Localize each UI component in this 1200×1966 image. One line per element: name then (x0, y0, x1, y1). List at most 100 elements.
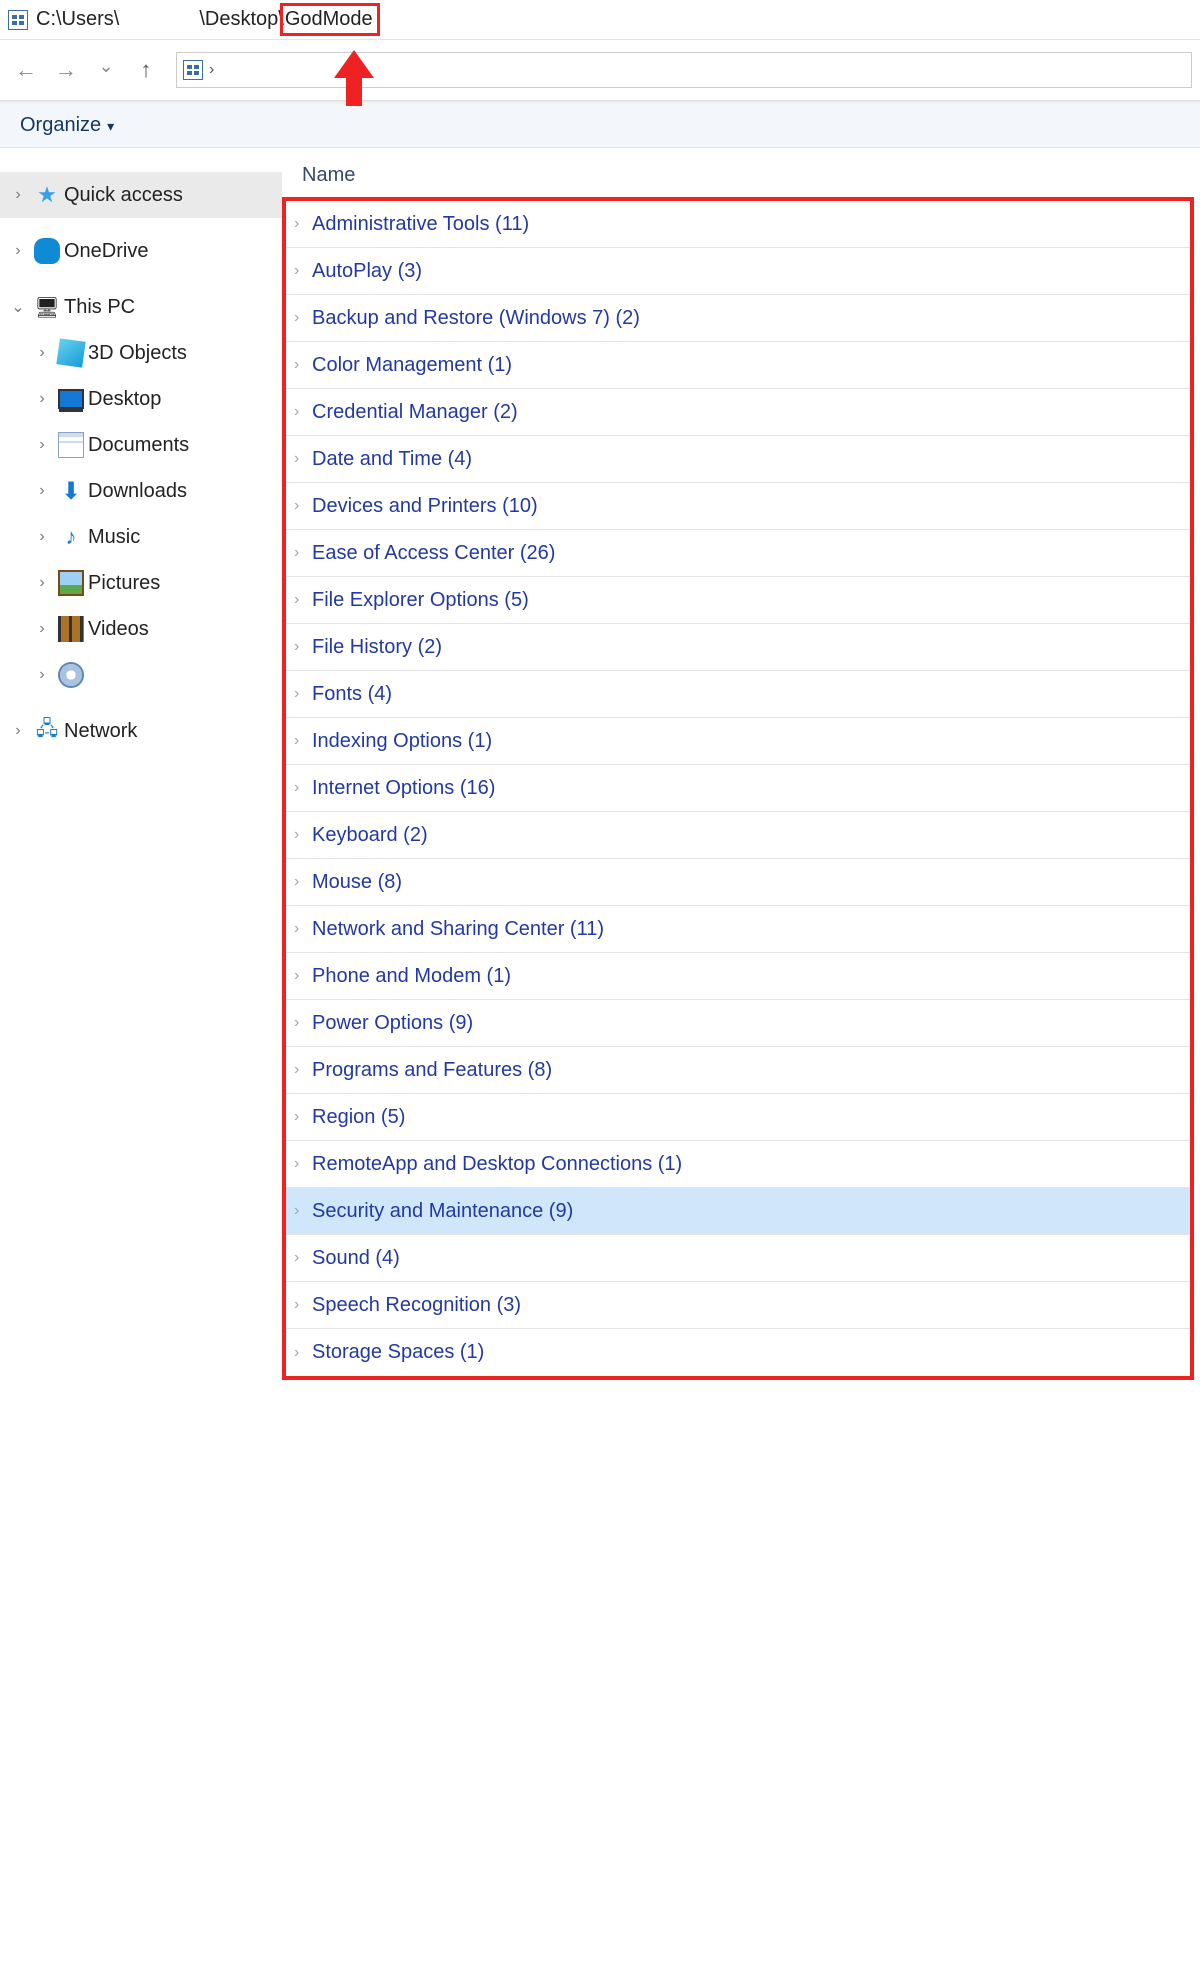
chevron-right-icon[interactable] (294, 450, 312, 468)
tree-item[interactable]: Downloads (0, 468, 282, 514)
chevron-right-icon[interactable] (294, 1249, 312, 1267)
chevron-right-icon[interactable] (294, 356, 312, 374)
chevron-right-icon[interactable] (30, 482, 54, 500)
chevron-right-icon[interactable] (294, 779, 312, 797)
chevron-right-icon[interactable] (294, 1061, 312, 1079)
chevron-right-icon[interactable] (294, 309, 312, 327)
list-group-row[interactable]: Color Management (1) (286, 342, 1190, 389)
disc-icon (58, 662, 84, 688)
back-button[interactable] (8, 52, 44, 88)
chevron-right-icon[interactable] (294, 1344, 312, 1362)
list-group-row[interactable]: Backup and Restore (Windows 7) (2) (286, 295, 1190, 342)
chevron-right-icon[interactable] (294, 591, 312, 609)
chevron-right-icon[interactable] (294, 262, 312, 280)
chevron-right-icon[interactable] (294, 1014, 312, 1032)
tree-item[interactable]: Music (0, 514, 282, 560)
chevron-right-icon[interactable] (294, 1108, 312, 1126)
list-group-row[interactable]: Programs and Features (8) (286, 1047, 1190, 1094)
chevron-right-icon[interactable] (30, 574, 54, 592)
list-group-row[interactable]: Speech Recognition (3) (286, 1282, 1190, 1329)
organize-menu[interactable]: Organize (20, 114, 114, 137)
list-group-row[interactable]: AutoPlay (3) (286, 248, 1190, 295)
list-group-row[interactable]: Phone and Modem (1) (286, 953, 1190, 1000)
tree-item[interactable]: Documents (0, 422, 282, 468)
chevron-right-icon[interactable] (294, 1155, 312, 1173)
window-path-folder: GodMode (280, 3, 380, 36)
recent-locations-button[interactable] (88, 52, 124, 88)
title-bar: C:\Users\ \Desktop\ GodMode (0, 0, 1200, 40)
chevron-right-icon[interactable] (294, 544, 312, 562)
list-group-row[interactable]: File History (2) (286, 624, 1190, 671)
chevron-right-icon[interactable] (294, 920, 312, 938)
tree-item[interactable]: Network (0, 708, 282, 754)
list-group-row[interactable]: RemoteApp and Desktop Connections (1) (286, 1141, 1190, 1188)
tree-item-label: Network (64, 720, 137, 743)
tree-item[interactable]: OneDrive (0, 228, 282, 274)
chevron-right-icon[interactable] (30, 666, 54, 684)
up-button[interactable] (128, 52, 164, 88)
tree-item[interactable]: Videos (0, 606, 282, 652)
forward-button[interactable] (48, 52, 84, 88)
tree-item[interactable] (0, 652, 282, 698)
chevron-right-icon[interactable] (30, 390, 54, 408)
chevron-right-icon[interactable] (294, 732, 312, 750)
chevron-right-icon[interactable] (294, 638, 312, 656)
list-group-label: Fonts (4) (312, 683, 392, 706)
content-pane: Name Administrative Tools (11)AutoPlay (… (282, 148, 1200, 1386)
list-group-row[interactable]: Fonts (4) (286, 671, 1190, 718)
list-group-label: Keyboard (2) (312, 824, 428, 847)
list-group-row[interactable]: Storage Spaces (1) (286, 1329, 1190, 1376)
chevron-right-icon[interactable] (294, 967, 312, 985)
pc-icon (34, 294, 60, 320)
tree-item[interactable]: Pictures (0, 560, 282, 606)
column-header-name[interactable]: Name (282, 164, 1200, 197)
list-group-row[interactable]: Keyboard (2) (286, 812, 1190, 859)
list-group-row[interactable]: Internet Options (16) (286, 765, 1190, 812)
list-group-label: Date and Time (4) (312, 448, 472, 471)
tree-item-label: Pictures (88, 572, 160, 595)
tree-item[interactable]: Quick access (0, 172, 282, 218)
chevron-right-icon[interactable] (294, 873, 312, 891)
list-group-label: Phone and Modem (1) (312, 965, 511, 988)
music-icon (58, 524, 84, 550)
list-group-row[interactable]: Mouse (8) (286, 859, 1190, 906)
tree-item[interactable]: Desktop (0, 376, 282, 422)
chevron-right-icon[interactable] (6, 722, 30, 740)
list-group-row[interactable]: Sound (4) (286, 1235, 1190, 1282)
address-bar[interactable]: › (176, 52, 1192, 88)
navigation-tree[interactable]: Quick access OneDrive This PC3D ObjectsDes… (0, 148, 282, 1386)
down-icon (58, 478, 84, 504)
chevron-right-icon[interactable] (6, 186, 30, 204)
chevron-right-icon[interactable] (30, 528, 54, 546)
chevron-right-icon[interactable] (294, 497, 312, 515)
chevron-right-icon[interactable] (294, 1296, 312, 1314)
net-icon (34, 718, 60, 744)
organize-menu-label: Organize (20, 114, 101, 137)
list-group-row[interactable]: Indexing Options (1) (286, 718, 1190, 765)
list-group-row[interactable]: File Explorer Options (5) (286, 577, 1190, 624)
list-group-row[interactable]: Devices and Printers (10) (286, 483, 1190, 530)
tree-item[interactable]: This PC (0, 284, 282, 330)
list-group-row[interactable]: Network and Sharing Center (11) (286, 906, 1190, 953)
list-group-label: Devices and Printers (10) (312, 495, 538, 518)
chevron-right-icon[interactable] (294, 1202, 312, 1220)
chevron-right-icon[interactable] (294, 215, 312, 233)
list-group-row[interactable]: Region (5) (286, 1094, 1190, 1141)
chevron-right-icon[interactable] (6, 242, 30, 260)
chevron-right-icon[interactable] (294, 403, 312, 421)
list-group-row[interactable]: Date and Time (4) (286, 436, 1190, 483)
chevron-down-icon[interactable] (6, 297, 30, 317)
list-group-row[interactable]: Administrative Tools (11) (286, 201, 1190, 248)
list-group-row[interactable]: Security and Maintenance (9) (286, 1188, 1190, 1235)
chevron-right-icon[interactable] (294, 685, 312, 703)
list-group-label: File History (2) (312, 636, 442, 659)
chevron-right-icon[interactable] (30, 620, 54, 638)
list-group-row[interactable]: Credential Manager (2) (286, 389, 1190, 436)
chevron-down-icon (107, 114, 114, 137)
chevron-right-icon[interactable] (30, 344, 54, 362)
list-group-row[interactable]: Ease of Access Center (26) (286, 530, 1190, 577)
chevron-right-icon[interactable] (294, 826, 312, 844)
list-group-row[interactable]: Power Options (9) (286, 1000, 1190, 1047)
tree-item[interactable]: 3D Objects (0, 330, 282, 376)
chevron-right-icon[interactable] (30, 436, 54, 454)
